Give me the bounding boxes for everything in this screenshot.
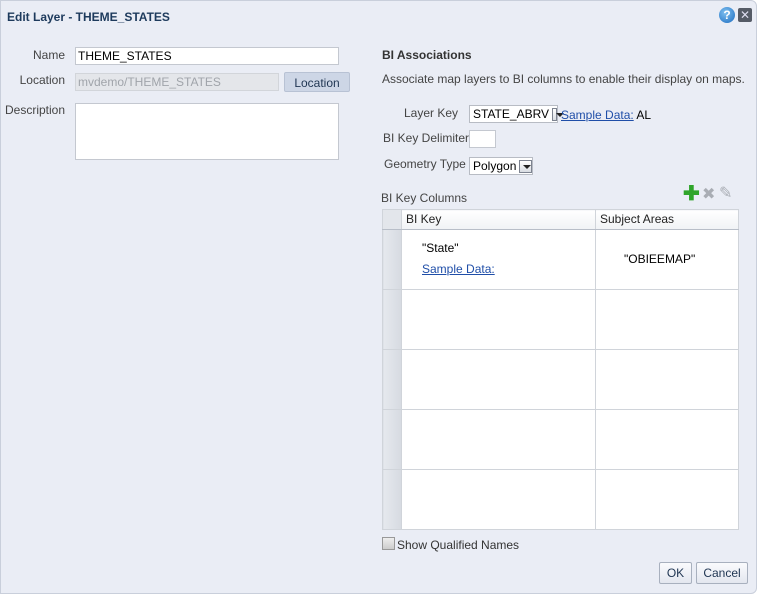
dialog-title: Edit Layer - THEME_STATES	[7, 10, 170, 24]
sample-data-link[interactable]: Sample Data:	[561, 108, 634, 122]
table-row	[382, 469, 739, 530]
geometry-type-label: Geometry Type	[384, 157, 466, 171]
show-qualified-names-checkbox[interactable]	[382, 537, 395, 550]
layer-key-label: Layer Key	[403, 106, 458, 120]
bi-key-delimiter-label: BI Key Delimiter	[383, 131, 470, 145]
bi-associations-heading: BI Associations	[382, 48, 472, 62]
chevron-down-icon[interactable]	[552, 107, 564, 121]
table-header-row: BI Key Subject Areas	[382, 209, 739, 230]
sample-data-value: AL	[636, 108, 652, 122]
layer-key-select[interactable]: STATE_ABRV	[469, 105, 564, 123]
delete-icon[interactable]: ✖	[702, 187, 715, 203]
row-sample-data-link[interactable]: Sample Data:	[422, 262, 595, 276]
name-input[interactable]: THEME_STATES	[75, 47, 339, 65]
bi-key-value: "State"	[422, 241, 459, 255]
column-header-bi-key[interactable]: BI Key	[401, 209, 596, 230]
geometry-type-value: Polygon	[473, 159, 517, 173]
table-row	[382, 349, 739, 410]
table-row	[382, 289, 739, 350]
ok-button[interactable]: OK	[659, 562, 692, 584]
show-qualified-names-label: Show Qualified Names	[397, 538, 520, 552]
table-row[interactable]: "State" Sample Data: "OBIEEMAP"	[382, 229, 739, 290]
bi-key-columns-label: BI Key Columns	[381, 191, 468, 205]
description-textarea[interactable]	[75, 103, 339, 160]
subject-area-value: "OBIEEMAP"	[595, 229, 739, 290]
help-icon[interactable]: ?	[719, 7, 735, 23]
geometry-type-select[interactable]: Polygon	[469, 157, 533, 175]
chevron-down-icon[interactable]	[519, 159, 532, 173]
description-label: Description	[5, 103, 66, 117]
column-header-subject-areas[interactable]: Subject Areas	[595, 209, 739, 230]
edit-layer-dialog: Edit Layer - THEME_STATES ? ✕ Name THEME…	[0, 0, 757, 594]
location-button[interactable]: Location	[284, 72, 350, 92]
edit-icon[interactable]: ✎	[719, 186, 732, 202]
bi-key-delimiter-input[interactable]	[469, 130, 496, 148]
layer-key-value: STATE_ABRV	[473, 107, 550, 121]
location-input: mvdemo/THEME_STATES	[75, 73, 279, 91]
name-label: Name	[32, 48, 65, 62]
bi-key-columns-table: BI Key Subject Areas "State" Sample Data: …	[382, 209, 739, 530]
cancel-button[interactable]: Cancel	[696, 562, 748, 584]
close-icon[interactable]: ✕	[738, 8, 752, 22]
location-label: Location	[19, 73, 65, 87]
bi-intro-text: Associate map layers to BI columns to en…	[382, 72, 745, 86]
add-icon[interactable]: ✚	[683, 184, 700, 204]
table-row	[382, 409, 739, 470]
